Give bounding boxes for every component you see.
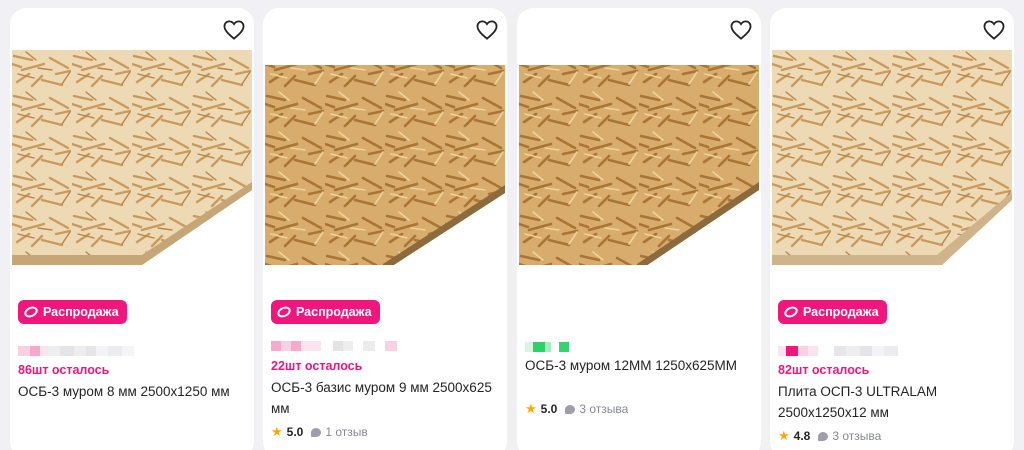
product-image[interactable] bbox=[519, 50, 759, 265]
sale-badge-label: Распродажа bbox=[43, 305, 119, 319]
heart-icon[interactable] bbox=[222, 18, 246, 42]
stock-left: 86шт осталось bbox=[18, 363, 110, 377]
speech-bubble-icon bbox=[818, 431, 829, 441]
heart-icon[interactable] bbox=[729, 18, 753, 42]
product-card[interactable]: Распродажа 82шт осталось Плита ОСП-3 ULT… bbox=[770, 8, 1014, 450]
sale-badge: Распродажа bbox=[18, 300, 127, 324]
stock-left: 22шт осталось bbox=[271, 359, 363, 373]
sale-badge-label: Распродажа bbox=[296, 305, 372, 319]
speech-bubble-icon bbox=[311, 427, 322, 437]
reviews-count[interactable]: 1 отзыв bbox=[325, 425, 367, 439]
product-image[interactable] bbox=[772, 50, 1012, 265]
product-card[interactable]: Распродажа 86шт осталось ОСБ-3 муром 8 м… bbox=[10, 8, 254, 450]
rating-value: 5.0 bbox=[540, 402, 558, 416]
product-card[interactable]: Распродажа 22шт осталось ОСБ-3 базис мур… bbox=[263, 8, 507, 450]
rating-row: ★ 4.8 3 отзыва bbox=[778, 428, 881, 444]
sale-badge: Распродажа bbox=[271, 300, 380, 324]
heart-icon[interactable] bbox=[982, 18, 1006, 42]
product-title[interactable]: Плита ОСП-3 ULTRALAM 2500х1250х12 мм bbox=[778, 381, 1004, 423]
blurred-info bbox=[271, 340, 397, 352]
sale-badge: Распродажа bbox=[778, 300, 887, 324]
sale-ring-icon bbox=[275, 304, 293, 320]
rating-row: ★ 5.0 1 отзыв bbox=[271, 424, 368, 440]
rating-row: ★ 5.0 3 отзыва bbox=[525, 401, 628, 417]
stock-left: 82шт осталось bbox=[778, 363, 870, 377]
star-icon: ★ bbox=[525, 401, 537, 416]
sale-ring-icon bbox=[782, 304, 800, 320]
rating-value: 4.8 bbox=[793, 429, 811, 443]
product-image[interactable] bbox=[12, 50, 252, 265]
heart-icon[interactable] bbox=[475, 18, 499, 42]
product-title[interactable]: ОСБ-3 муром 8 мм 2500х1250 мм bbox=[18, 381, 244, 402]
reviews-count[interactable]: 3 отзыва bbox=[579, 402, 628, 416]
blurred-info bbox=[18, 345, 134, 357]
reviews-count[interactable]: 3 отзыва bbox=[832, 429, 881, 443]
sale-badge-label: Распродажа bbox=[803, 305, 879, 319]
product-title[interactable]: ОСБ-3 муром 12ММ 1250х625ММ bbox=[525, 355, 751, 376]
star-icon: ★ bbox=[271, 424, 283, 439]
rating-value: 5.0 bbox=[286, 425, 304, 439]
blurred-info bbox=[778, 345, 898, 357]
star-icon: ★ bbox=[778, 428, 790, 443]
sale-ring-icon bbox=[22, 304, 40, 320]
product-card[interactable]: ОСБ-3 муром 12ММ 1250х625ММ ★ 5.0 3 отзы… bbox=[517, 8, 761, 450]
product-title[interactable]: ОСБ-3 базис муром 9 мм 2500х625 мм bbox=[271, 377, 497, 419]
product-image[interactable] bbox=[265, 50, 505, 265]
speech-bubble-icon bbox=[565, 404, 576, 414]
blurred-info bbox=[525, 341, 569, 353]
